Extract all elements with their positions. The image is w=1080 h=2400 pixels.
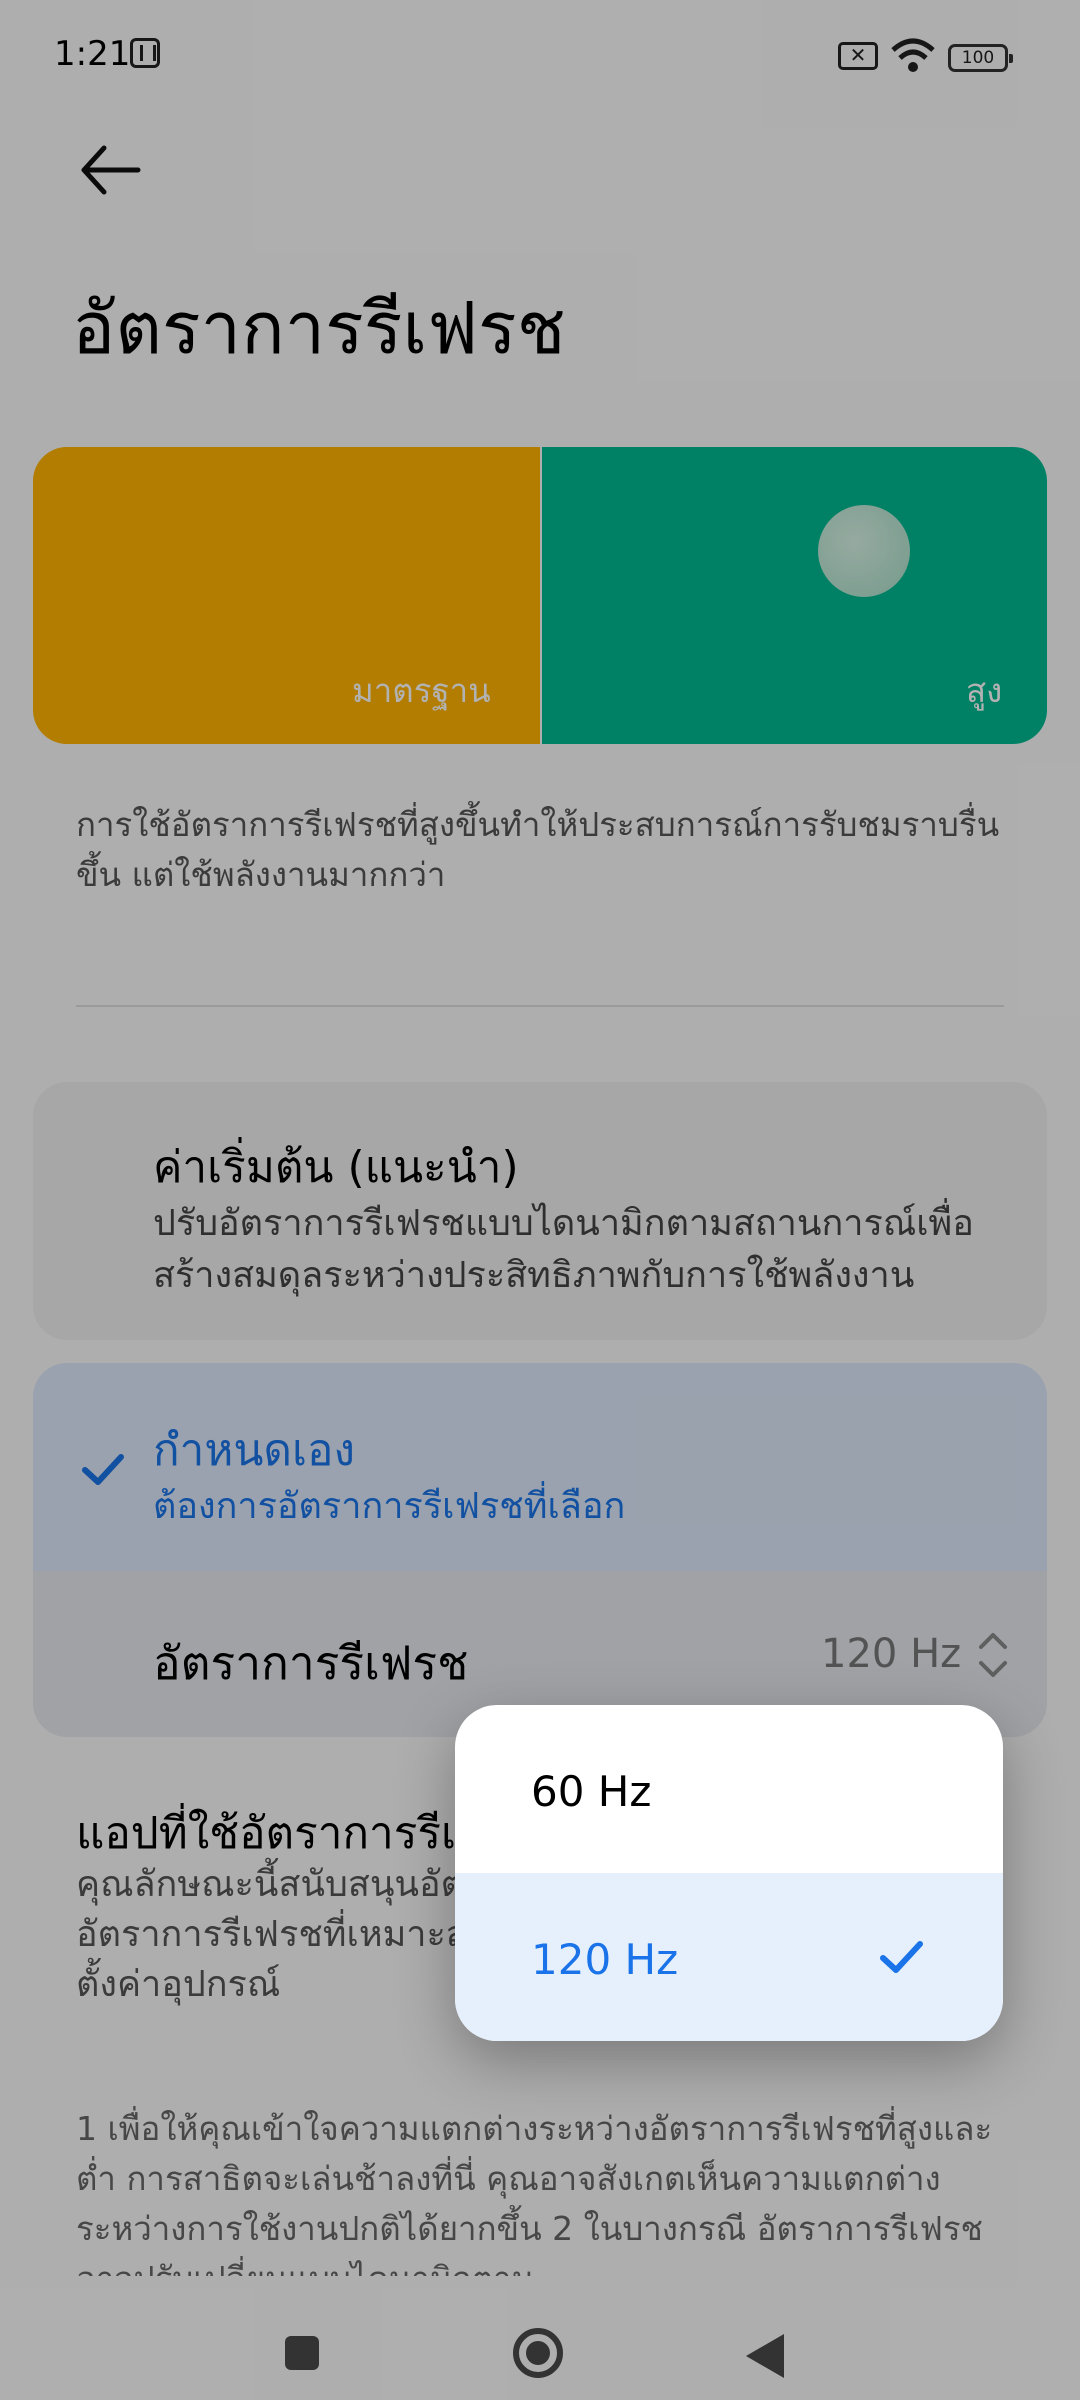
popup-option-label: 60 Hz <box>531 1767 652 1816</box>
popup-option-label: 120 Hz <box>531 1935 679 1984</box>
navigation-bar <box>0 2240 1080 2400</box>
checkmark-icon <box>880 1941 923 1973</box>
popup-option-120hz[interactable]: 120 Hz <box>455 1873 1003 2041</box>
screen: 1:21 ✕ 100 อัตราการรีเฟรช มาตรฐาน สูง กา… <box>0 0 1080 2400</box>
refresh-rate-popup-menu: 60 Hz 120 Hz <box>455 1705 1003 2041</box>
popup-option-60hz[interactable]: 60 Hz <box>455 1705 1003 1873</box>
home-button[interactable] <box>513 2328 563 2378</box>
recents-button[interactable] <box>285 2336 319 2370</box>
back-button[interactable] <box>746 2334 784 2378</box>
